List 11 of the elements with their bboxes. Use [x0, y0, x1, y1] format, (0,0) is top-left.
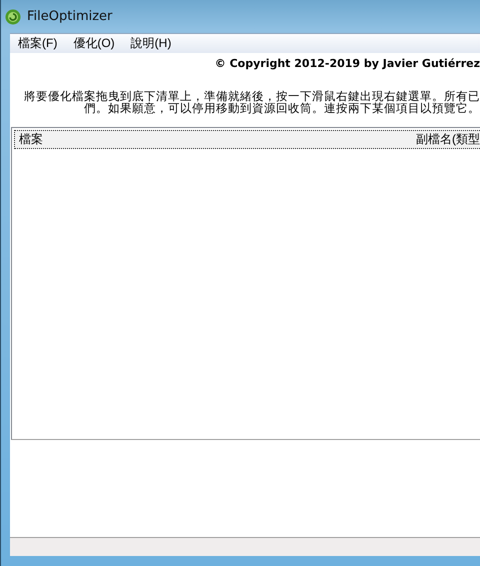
column-header[interactable]: 檔案 副檔名(類型 — [14, 130, 480, 149]
instruction-text: 將要優化檔案拖曳到底下清單上，準備就緒後，按一下滑鼠右鍵出現右鍵選單。所有已 — [24, 91, 480, 103]
copyright-text: © Copyright 2012-2019 by Javier Gutiérrez — [214, 56, 480, 72]
window-title: FileOptimizer — [27, 9, 112, 24]
menu-item[interactable]: 說明(H) — [130, 35, 172, 52]
instruction-text: 們。如果願意，可以停用移動到資源回收筒。連按兩下某個項目以預覽它。 — [84, 103, 480, 115]
column-title: 副檔名(類型 — [416, 131, 480, 148]
menu-item[interactable]: 優化(O) — [73, 35, 115, 52]
column-title: 檔案 — [19, 131, 43, 148]
app-icon — [5, 8, 21, 24]
menu-item[interactable]: 檔案(F) — [18, 35, 58, 52]
